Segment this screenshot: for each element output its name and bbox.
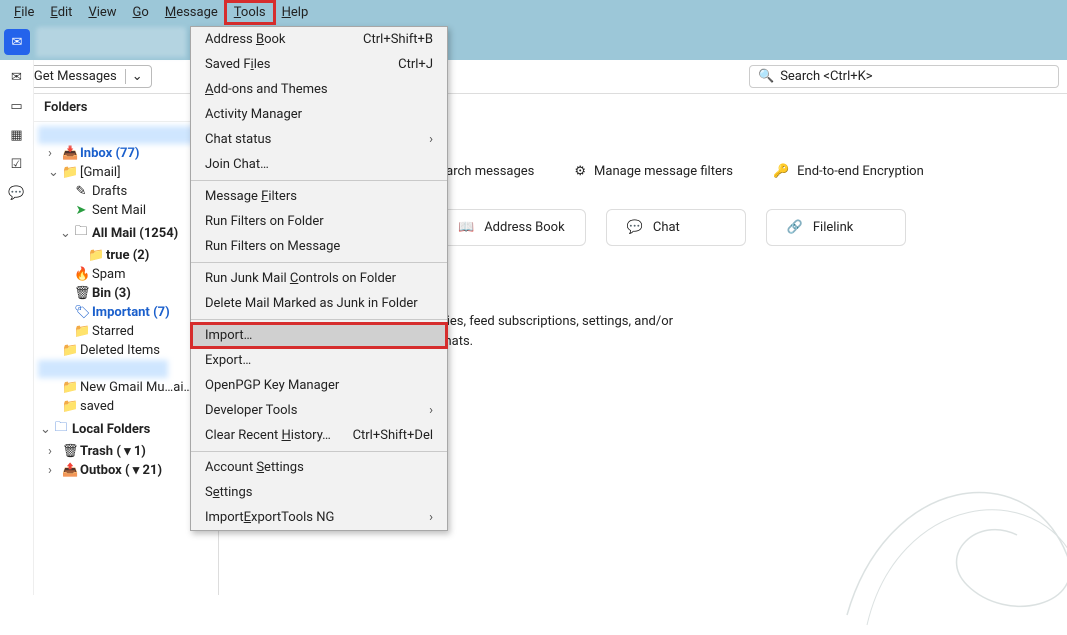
folder-inbox[interactable]: ›📥Inbox (77) [38, 144, 214, 163]
folder-starred[interactable]: 📁Starred [38, 322, 214, 341]
menu-file[interactable]: File [6, 2, 42, 23]
folder-allmail[interactable]: ⌄🗀All Mail (1254) [38, 220, 214, 246]
folder-hidden[interactable] [38, 360, 168, 378]
decorative-swirl [827, 395, 1067, 635]
sliders-icon: ⚙ [574, 164, 586, 179]
account-root[interactable] [38, 126, 214, 144]
separator [191, 180, 447, 181]
menu-help[interactable]: Help [274, 2, 317, 23]
mi-join-chat[interactable]: Join Chat… [191, 152, 447, 177]
mi-activity[interactable]: Activity Manager [191, 102, 447, 127]
folder-drafts[interactable]: ✎Drafts [38, 182, 214, 201]
search-icon: 🔍 [758, 69, 774, 84]
mi-message-filters[interactable]: Message Filters [191, 184, 447, 209]
addressbook-card[interactable]: 📖Address Book [437, 209, 586, 246]
separator [191, 262, 447, 263]
folder-bin[interactable]: 🗑Bin (3) [38, 284, 214, 303]
menu-view[interactable]: View [80, 2, 124, 23]
main-toolbar: ✉ Get Messages ⌄ 🔍 Search <Ctrl+K> [0, 60, 1067, 94]
mi-openpgp[interactable]: OpenPGP Key Manager [191, 373, 447, 398]
mi-saved-files[interactable]: Saved FilesCtrl+J [191, 52, 447, 77]
filelink-card[interactable]: 🔗Filelink [766, 209, 906, 246]
separator [191, 451, 447, 452]
chat-card[interactable]: 💬Chat [606, 209, 746, 246]
tab-row: ✉ [0, 24, 1067, 60]
folder-outbox[interactable]: ›📤Outbox ( ▾ 21) [38, 461, 214, 480]
link-icon: 🔗 [787, 220, 803, 235]
mi-run-message: Run Filters on Message [191, 234, 447, 259]
folder-trash[interactable]: ›🗑Trash ( ▾ 1) [38, 442, 214, 461]
addressbook-icon: 📖 [458, 220, 474, 235]
folder-important[interactable]: 🏷Important (7) [38, 303, 214, 322]
menu-edit[interactable]: Edit [42, 2, 80, 23]
mi-run-folder: Run Filters on Folder [191, 209, 447, 234]
chat-icon: 💬 [627, 220, 643, 235]
get-messages-label: Get Messages [34, 69, 117, 84]
mi-chat-status: Chat status› [191, 127, 447, 152]
menu-tools[interactable]: Tools [226, 2, 274, 23]
folder-deleted[interactable]: 📁Deleted Items [38, 341, 214, 360]
chevron-down-icon[interactable]: ⌄ [125, 69, 143, 84]
mi-devtools[interactable]: Developer Tools› [191, 398, 447, 423]
folder-saved[interactable]: 📁saved [38, 397, 214, 416]
tools-dropdown: Address BookCtrl+Shift+B Saved FilesCtrl… [190, 26, 448, 531]
search-input[interactable]: 🔍 Search <Ctrl+K> [749, 65, 1059, 88]
mi-importexporttools[interactable]: ImportExportTools NG› [191, 505, 447, 530]
menu-message[interactable]: Message [157, 2, 226, 23]
key-icon: 🔑 [773, 164, 789, 179]
folder-spam[interactable]: 🔥Spam [38, 265, 214, 284]
mail-icon[interactable]: ✉ [4, 29, 30, 55]
mi-import[interactable]: Import… [191, 323, 447, 348]
manage-filters-link[interactable]: ⚙Manage message filters [574, 164, 733, 179]
menu-bar: File Edit View Go Message Tools Help [0, 0, 1067, 24]
local-folders[interactable]: ⌄🗀Local Folders [38, 416, 214, 442]
mi-settings[interactable]: Settings [191, 480, 447, 505]
separator [191, 319, 447, 320]
folder-sent[interactable]: ➤Sent Mail [38, 201, 214, 220]
mi-export[interactable]: Export… [191, 348, 447, 373]
menu-go[interactable]: Go [125, 2, 157, 23]
account-tab[interactable] [36, 27, 186, 57]
folder-true[interactable]: 📁true (2) [38, 246, 214, 265]
mi-delete-junk: Delete Mail Marked as Junk in Folder [191, 291, 447, 316]
mi-account-settings[interactable]: Account Settings [191, 455, 447, 480]
folder-newgmail[interactable]: 📁New Gmail Mu…ai… [38, 378, 214, 397]
mi-junk-controls: Run Junk Mail Controls on Folder [191, 266, 447, 291]
mi-clear-history[interactable]: Clear Recent History…Ctrl+Shift+Del [191, 423, 447, 448]
mi-address-book[interactable]: Address BookCtrl+Shift+B [191, 27, 447, 52]
e2e-encryption-link[interactable]: 🔑End-to-end Encryption [773, 164, 924, 179]
folder-gmail[interactable]: ⌄📁[Gmail] [38, 163, 214, 182]
mi-addons[interactable]: Add-ons and Themes [191, 77, 447, 102]
mail-space-icon[interactable]: ✉ [11, 70, 22, 85]
search-placeholder: Search <Ctrl+K> [780, 69, 872, 84]
